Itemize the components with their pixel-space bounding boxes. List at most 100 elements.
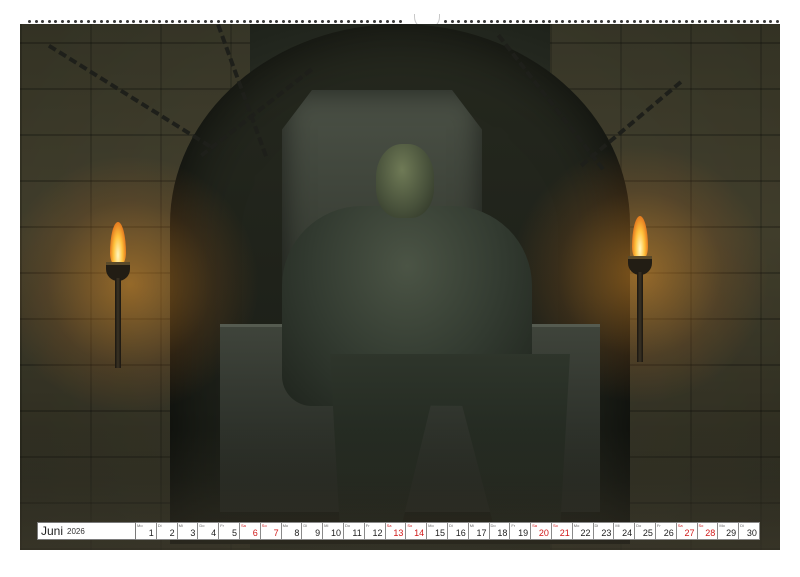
binding-hole [197, 20, 200, 23]
binding-hole [262, 20, 265, 23]
binding-hole [489, 20, 493, 23]
binding-hole [125, 20, 129, 23]
binding-hole [398, 20, 402, 23]
weekday-abbrev: Do [344, 523, 351, 528]
binding-hole [509, 20, 512, 23]
day-number: 9 [315, 528, 321, 538]
day-number: 19 [518, 528, 529, 538]
day-number: 18 [497, 528, 508, 538]
day-cell: Mo 22 [572, 522, 594, 540]
day-number: 30 [746, 528, 757, 538]
binding-hole [93, 20, 96, 23]
binding-hole [548, 20, 551, 23]
binding-hole [119, 20, 122, 23]
binding-hole [203, 20, 207, 23]
binding-hole [587, 20, 590, 23]
day-cell: Do 11 [343, 522, 365, 540]
weekday-abbrev: Mo [719, 523, 725, 528]
day-number: 25 [642, 528, 653, 538]
binding-hole [515, 20, 519, 23]
day-number: 8 [294, 528, 300, 538]
day-number: 21 [559, 528, 570, 538]
day-cell: Mo 8 [281, 522, 303, 540]
binding-hole [476, 20, 480, 23]
binding-hole [730, 20, 733, 23]
binding-hole [723, 20, 727, 23]
weekday-abbrev: Sa [532, 523, 538, 528]
day-number: 29 [726, 528, 737, 538]
day-number: 26 [663, 528, 674, 538]
day-cell: Do 4 [198, 522, 220, 540]
day-cell: Fr 19 [510, 522, 532, 540]
day-cell: Sa 27 [676, 522, 698, 540]
binding-hole [229, 20, 233, 23]
binding-hole [67, 20, 70, 23]
day-cell: Mo 1 [136, 522, 157, 540]
binding-hole [86, 20, 90, 23]
weekday-abbrev: Mi [615, 523, 620, 528]
binding-hole [762, 20, 766, 23]
binding-hole [353, 20, 356, 23]
binding-hole [138, 20, 142, 23]
binding-hole [268, 20, 272, 23]
binding-hole [645, 20, 649, 23]
day-number: 12 [372, 528, 383, 538]
weekday-abbrev: Do [199, 523, 205, 528]
binding-hole [112, 20, 116, 23]
binding-hole [145, 20, 148, 23]
binding-hole [567, 20, 571, 23]
weekday-abbrev: Di [157, 523, 162, 528]
day-cell: Sa 20 [531, 522, 552, 540]
binding-hole [47, 20, 51, 23]
day-cell: So 14 [406, 522, 428, 540]
binding-hole [236, 20, 239, 23]
binding-hole [535, 20, 538, 23]
day-cell: So 21 [551, 522, 573, 540]
binding-hole [307, 20, 311, 23]
binding-hole [580, 20, 584, 23]
binding-hole [171, 20, 174, 23]
weekday-abbrev: Mi [324, 523, 329, 528]
binding-hole [294, 20, 298, 23]
weekday-abbrev: Di [594, 523, 599, 528]
month-label-box: Juni 2026 [37, 522, 136, 540]
binding-hole [288, 20, 291, 23]
binding-hole [736, 20, 740, 23]
weekday-abbrev: So [407, 523, 413, 528]
day-number: 16 [455, 528, 466, 538]
torch-pole [637, 272, 643, 362]
day-cell: Fr 12 [364, 522, 386, 540]
orc-on-throne-image [20, 24, 780, 550]
binding-hole [164, 20, 168, 23]
binding-hole [554, 20, 558, 23]
binding-hole [346, 20, 350, 23]
day-cell: Fr 5 [219, 522, 240, 540]
binding-hole [593, 20, 597, 23]
binding-hole [528, 20, 532, 23]
binding-hole [314, 20, 317, 23]
binding-hole [756, 20, 759, 23]
binding-hole [41, 20, 44, 23]
calendar-strip: Juni 2026 Mo 1 Di 2 Mi 3 Do 4 Fr 5 Sa 6 So 7 Mo 8 Di 9 Mi 1… [37, 522, 760, 540]
binding-hole [320, 20, 324, 23]
day-cell: Mi 3 [177, 522, 199, 540]
month-name: Juni [41, 524, 64, 538]
day-number: 13 [393, 528, 404, 538]
weekday-abbrev: Do [490, 523, 496, 528]
weekday-abbrev: Mo [137, 523, 143, 528]
day-number: 15 [434, 528, 445, 538]
binding-hole [60, 20, 64, 23]
day-number: 10 [330, 528, 341, 538]
day-number: 2 [169, 528, 175, 538]
binding-hole [223, 20, 226, 23]
binding-hole [632, 20, 636, 23]
day-number: 27 [684, 528, 695, 538]
binding-hole [522, 20, 525, 23]
binding-hole [151, 20, 155, 23]
binding-hole [366, 20, 369, 23]
day-cell: Sa 13 [385, 522, 407, 540]
day-cell: Di 23 [593, 522, 615, 540]
day-cell: Mi 24 [614, 522, 636, 540]
binding-hole [158, 20, 161, 23]
binding-hole [541, 20, 545, 23]
